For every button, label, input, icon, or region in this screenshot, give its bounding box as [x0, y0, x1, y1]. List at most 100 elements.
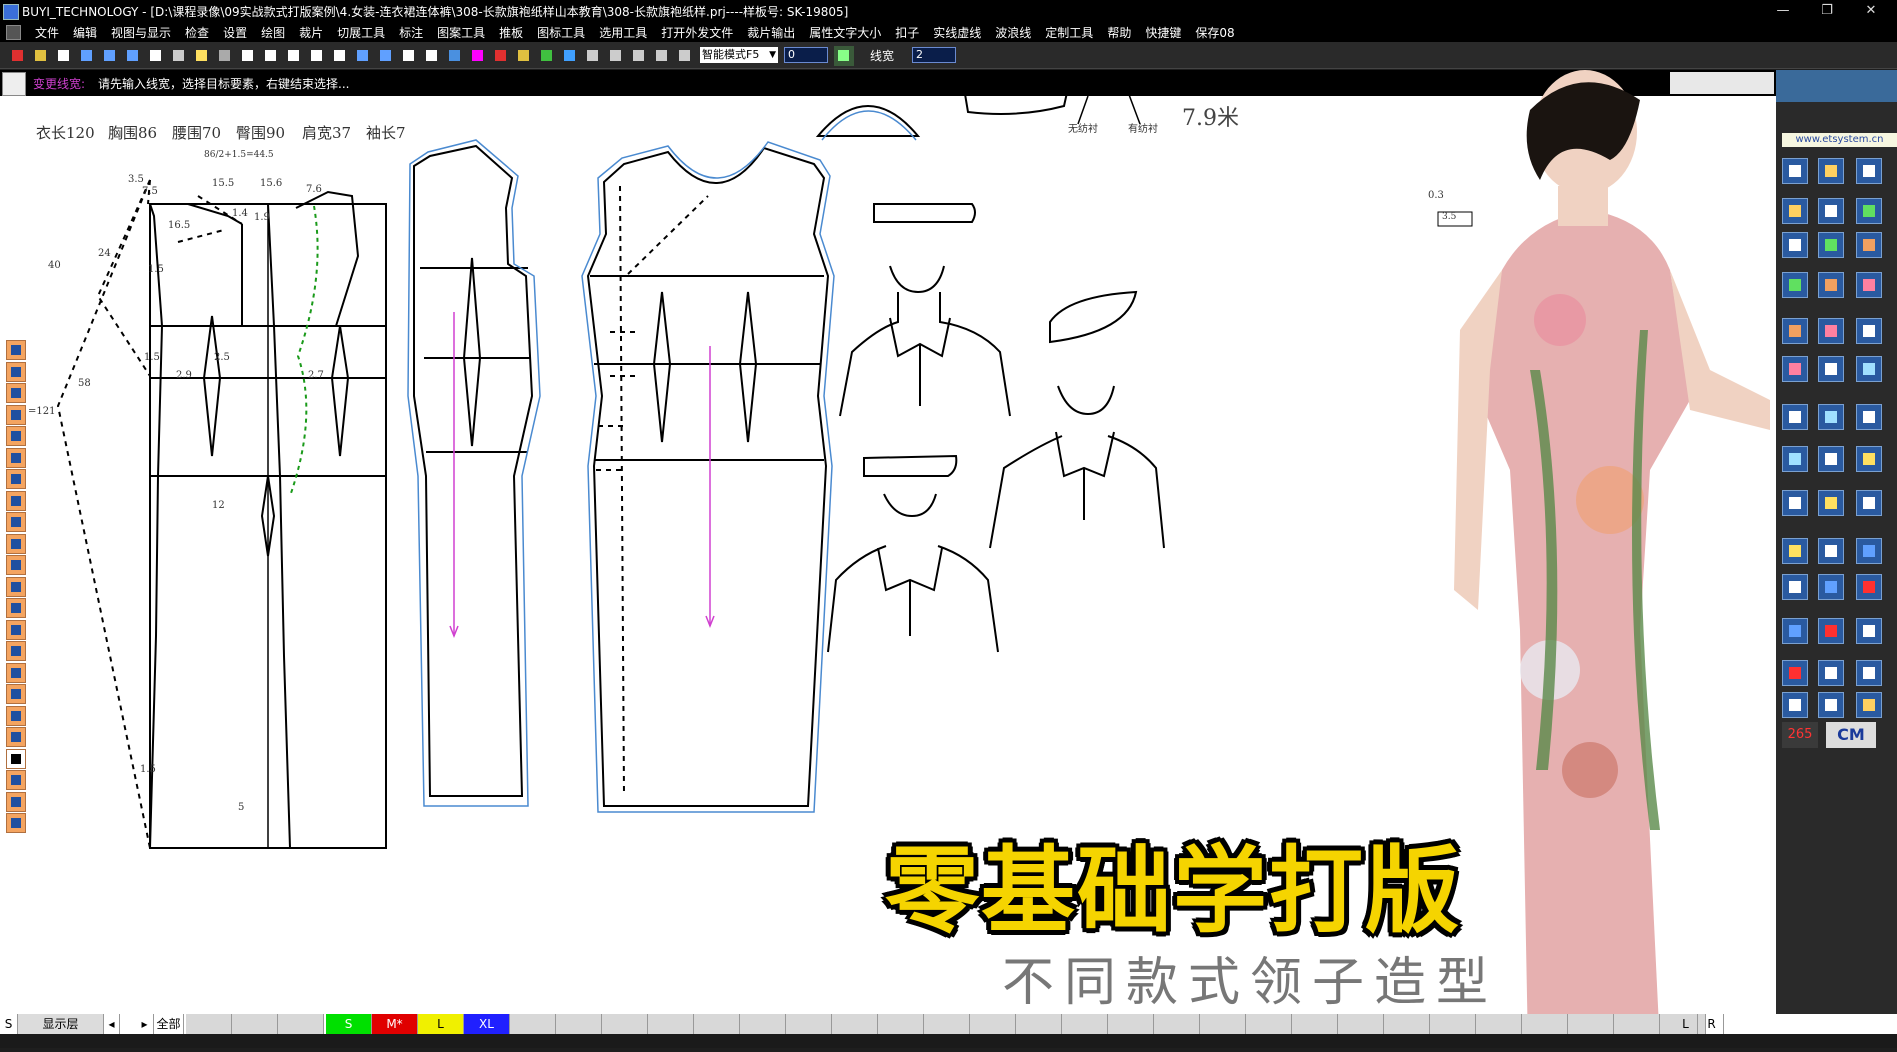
split-icon[interactable] [6, 426, 26, 446]
move-icon[interactable] [261, 46, 281, 66]
empty-size-cell[interactable] [1246, 1014, 1292, 1034]
empty-size-cell[interactable] [1200, 1014, 1246, 1034]
layout-icon[interactable] [629, 46, 649, 66]
empty-size-cell[interactable] [1292, 1014, 1338, 1034]
tool-button-2-2[interactable] [1856, 232, 1882, 258]
status-s[interactable]: S [0, 1014, 18, 1034]
tool-button-12-0[interactable] [1782, 660, 1808, 686]
menu-item[interactable]: 裁片 [292, 24, 330, 41]
pin-icon[interactable] [6, 770, 26, 790]
curve-icon[interactable] [6, 361, 26, 382]
measure-icon[interactable] [445, 46, 465, 66]
tool-button-8-2[interactable] [1856, 490, 1882, 516]
rect-icon[interactable] [6, 469, 26, 489]
angle-icon[interactable] [376, 46, 396, 66]
arrow-left-icon[interactable]: ◂ [104, 1014, 120, 1034]
size-XL-button[interactable]: XL [464, 1014, 510, 1034]
empty-size-cell[interactable] [1430, 1014, 1476, 1034]
tool-button-12-2[interactable] [1856, 660, 1882, 686]
redo-icon[interactable] [215, 46, 235, 66]
tool-button-4-2[interactable] [1856, 318, 1882, 344]
empty-size-cell[interactable] [1338, 1014, 1384, 1034]
tool-button-6-2[interactable] [1856, 404, 1882, 430]
empty-size-cell[interactable] [1062, 1014, 1108, 1034]
text-tool-icon[interactable] [6, 748, 26, 769]
menu-item[interactable]: 属性文字大小 [802, 24, 888, 41]
tool-button-12-1[interactable] [1818, 660, 1844, 686]
empty-size-cell[interactable] [510, 1014, 556, 1034]
empty-size-cell[interactable] [1568, 1014, 1614, 1034]
empty-size-cell[interactable] [1614, 1014, 1660, 1034]
tool-button-1-2[interactable] [1856, 198, 1882, 224]
tool-button-13-1[interactable] [1818, 692, 1844, 718]
tool-button-11-1[interactable] [1818, 618, 1844, 644]
empty-size-cell[interactable] [832, 1014, 878, 1034]
tool-button-13-0[interactable] [1782, 692, 1808, 718]
empty-size-cell[interactable] [1154, 1014, 1200, 1034]
parallel-icon[interactable] [399, 46, 419, 66]
menu-item[interactable]: 编辑 [66, 24, 104, 41]
menu-item[interactable]: 保存08 [1188, 24, 1241, 41]
menu-item[interactable]: 扣子 [888, 24, 926, 41]
tool-button-10-0[interactable] [1782, 574, 1808, 600]
tool-button-6-1[interactable] [1818, 404, 1844, 430]
undo-icon[interactable] [192, 46, 212, 66]
settings-icon[interactable] [675, 46, 695, 66]
image-icon[interactable] [606, 46, 626, 66]
empty-size-cell[interactable] [878, 1014, 924, 1034]
tool-button-0-2[interactable] [1856, 158, 1882, 184]
empty-size-cell[interactable] [694, 1014, 740, 1034]
menu-item[interactable]: 标注 [392, 24, 430, 41]
tool-button-9-2[interactable] [1856, 538, 1882, 564]
rotate-icon[interactable] [330, 46, 350, 66]
tool-button-3-0[interactable] [1782, 272, 1808, 298]
tool-button-7-0[interactable] [1782, 446, 1808, 472]
cross-icon[interactable] [307, 46, 327, 66]
menu-item[interactable]: 推板 [492, 24, 530, 41]
minimize-button[interactable]: — [1761, 0, 1805, 22]
empty-size-cell[interactable] [1108, 1014, 1154, 1034]
ruler-icon[interactable] [6, 705, 26, 726]
empty-size-cell[interactable] [1016, 1014, 1062, 1034]
new-file-icon[interactable] [8, 46, 28, 66]
arc-icon[interactable] [6, 555, 26, 575]
tool-button-4-0[interactable] [1782, 318, 1808, 344]
color-icon[interactable] [468, 46, 488, 66]
fill-icon[interactable] [6, 340, 26, 360]
grain-icon[interactable] [583, 46, 603, 66]
tool-button-11-2[interactable] [1856, 618, 1882, 644]
angle-icon[interactable] [6, 684, 26, 704]
slash-icon[interactable] [6, 576, 26, 597]
menu-item[interactable]: 帮助 [1100, 24, 1138, 41]
empty-size-cell[interactable] [186, 1014, 232, 1034]
menu-item[interactable]: 视图与显示 [104, 24, 178, 41]
funnel-icon[interactable] [6, 662, 26, 683]
status-l[interactable]: L [1674, 1014, 1698, 1034]
save-icon[interactable] [6, 598, 26, 618]
menu-item[interactable]: 选用工具 [592, 24, 654, 41]
pen-icon[interactable] [422, 46, 442, 66]
open-folder-icon[interactable] [31, 46, 51, 66]
grid-icon[interactable] [6, 727, 26, 747]
empty-size-cell[interactable] [924, 1014, 970, 1034]
tool-button-13-2[interactable] [1856, 692, 1882, 718]
size-L-button[interactable]: L [418, 1014, 464, 1034]
menu-item[interactable]: 图案工具 [430, 24, 492, 41]
symmetry-icon[interactable] [353, 46, 373, 66]
value-input[interactable]: 0 [784, 47, 828, 63]
pan-icon[interactable] [146, 46, 166, 66]
corner-icon[interactable] [6, 619, 26, 640]
seam-icon[interactable] [514, 46, 534, 66]
menu-item[interactable]: 文件 [28, 24, 66, 41]
menu-item[interactable]: 图标工具 [530, 24, 592, 41]
restore-button[interactable]: ❐ [1805, 0, 1849, 22]
shoe-icon[interactable] [6, 512, 26, 532]
menu-item[interactable]: 检查 [178, 24, 216, 41]
menu-item[interactable]: 打开外发文件 [654, 24, 740, 41]
save-icon[interactable] [54, 46, 74, 66]
size-S-button[interactable]: S [326, 1014, 372, 1034]
empty-size-cell[interactable] [232, 1014, 278, 1034]
tool-button-10-1[interactable] [1818, 574, 1844, 600]
text-icon[interactable] [284, 46, 304, 66]
tool-button-6-0[interactable] [1782, 404, 1808, 430]
